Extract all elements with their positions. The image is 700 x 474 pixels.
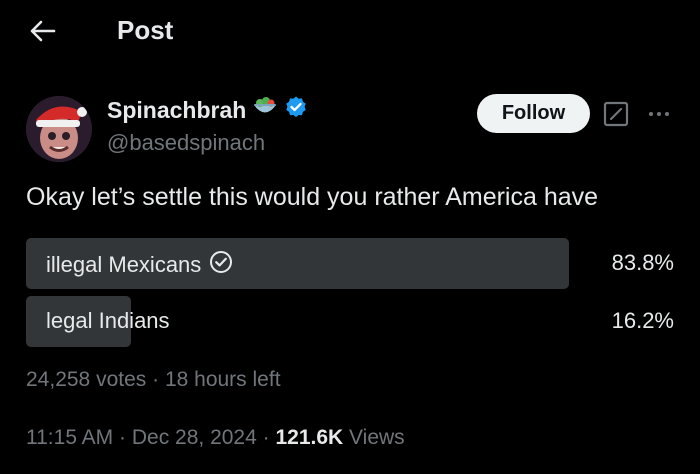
check-circle-icon [209,250,233,280]
top-bar: Post [0,0,700,62]
more-icon[interactable] [644,104,674,124]
author-handle[interactable]: @basedspinach [107,130,265,156]
more-dot [657,112,661,116]
poll-time-left: 18 hours left [164,368,281,391]
separator: · [119,426,127,449]
poll-votes: 24,258 votes [26,368,147,391]
grok-icon[interactable] [603,101,629,127]
post-timestamp[interactable]: 11:15 AM · Dec 28, 2024 · 121.6K Views [26,426,405,450]
views-count: 121.6K [275,426,344,449]
back-arrow-icon[interactable] [26,14,60,48]
more-dot [665,112,669,116]
salad-bowl-icon [252,96,278,124]
verified-badge-icon [284,95,308,125]
poll-option-label: legal Indians [46,308,170,333]
poll-option-percent: 83.8% [611,250,674,275]
poll-option-label-wrap: legal Indians [46,308,170,334]
author-display-name: Spinachbrah [107,96,247,123]
post-time: 11:15 AM [26,426,114,449]
separator: · [262,426,270,449]
follow-button[interactable]: Follow [477,94,590,133]
author-name[interactable]: Spinachbrah [107,95,308,125]
poll-option[interactable]: legal Indians 16.2% [26,296,674,347]
poll-option-label: illegal Mexicans [46,252,202,277]
avatar[interactable] [26,96,92,162]
views-label: Views [349,426,405,449]
more-dot [649,112,653,116]
poll-option[interactable]: illegal Mexicans 83.8% [26,238,674,289]
poll-meta: 24,258 votes · 18 hours left [26,368,281,392]
separator: · [152,368,160,391]
post-text: Okay let’s settle this would you rather … [26,183,599,211]
poll-option-percent: 16.2% [611,308,674,333]
post-date: Dec 28, 2024 [131,426,257,449]
poll-option-label-wrap: illegal Mexicans [46,250,233,280]
page-title: Post [117,15,174,45]
